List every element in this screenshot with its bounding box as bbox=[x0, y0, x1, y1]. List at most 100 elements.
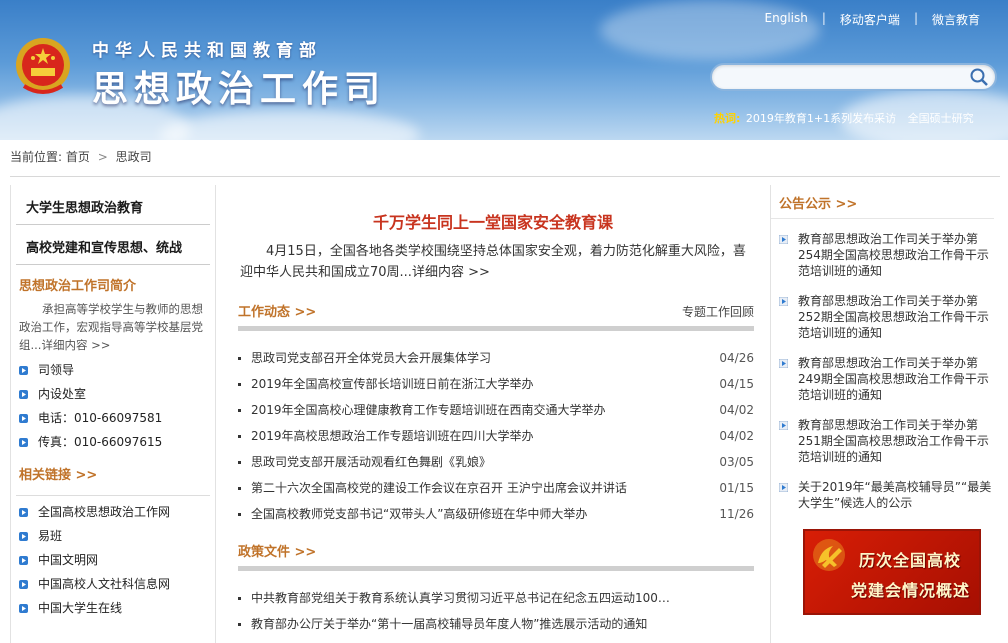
related-link[interactable]: 中国大学生在线 bbox=[38, 596, 122, 620]
news-title[interactable]: 全国高校教师党支部书记“双带头人”高级研修班在华中师大举办 bbox=[251, 501, 716, 527]
left-sidebar: 大学生思想政治教育 高校党建和宣传思想、统战 思想政治工作司简介 承担高等学校学… bbox=[10, 185, 216, 643]
news-item[interactable]: 2019年高校思想政治工作专题培训班在四川大学举办 04/02 bbox=[238, 423, 754, 449]
topic-review-link[interactable]: 专题工作回顾 bbox=[682, 303, 754, 320]
bullet-icon bbox=[238, 486, 241, 490]
news-title[interactable]: 2019年高校思想政治工作专题培训班在四川大学举办 bbox=[251, 423, 716, 449]
cloud-decoration bbox=[600, 0, 820, 60]
list-item: 传真：010-66097615 bbox=[19, 430, 215, 454]
main-content: 大学生思想政治教育 高校党建和宣传思想、统战 思想政治工作司简介 承担高等学校学… bbox=[10, 176, 1000, 643]
breadcrumb-current-link[interactable]: 思政司 bbox=[116, 150, 152, 164]
divider: | bbox=[821, 11, 826, 25]
news-date: 04/26 bbox=[719, 351, 754, 365]
sidebar-item-party-building[interactable]: 高校党建和宣传思想、统战 bbox=[16, 225, 210, 265]
weiyan-link[interactable]: 微言教育 bbox=[932, 11, 980, 28]
list-item[interactable]: 关于2019年“最美高校辅导员”“最美大学生”候选人的公示 bbox=[779, 479, 992, 511]
top-links: English | 移动客户端 | 微言教育 bbox=[765, 11, 980, 28]
national-emblem-icon bbox=[16, 38, 70, 94]
party-building-banner[interactable]: 历次全国高校 党建会情况概述 bbox=[803, 529, 981, 615]
notice-link[interactable]: 教育部思想政治工作司关于举办第254期全国高校思想政治工作骨干示范培训班的通知 bbox=[798, 231, 992, 279]
phone-text: 电话：010-66097581 bbox=[38, 411, 163, 425]
bullet-icon bbox=[19, 413, 28, 423]
notice-link[interactable]: 教育部思想政治工作司关于举办第249期全国高校思想政治工作骨干示范培训班的通知 bbox=[798, 355, 992, 403]
work-news-title[interactable]: 工作动态 >> bbox=[238, 301, 316, 320]
news-item[interactable]: 中共教育部党组关于教育系统认真学习贯彻习近平总书记在纪念五四运动100… bbox=[238, 585, 754, 611]
breadcrumb-home-link[interactable]: 首页 bbox=[66, 150, 90, 164]
list-item[interactable]: 内设处室 bbox=[19, 382, 215, 406]
party-flag-icon bbox=[813, 539, 845, 571]
arrow-bullet-icon bbox=[779, 359, 788, 368]
list-item[interactable]: 教育部思想政治工作司关于举办第254期全国高校思想政治工作骨干示范培训班的通知 bbox=[779, 231, 992, 279]
notice-link[interactable]: 教育部思想政治工作司关于举办第252期全国高校思想政治工作骨干示范培训班的通知 bbox=[798, 293, 992, 341]
search-box bbox=[710, 63, 997, 91]
english-link[interactable]: English bbox=[765, 11, 808, 28]
mobile-client-link[interactable]: 移动客户端 bbox=[840, 11, 900, 28]
list-item[interactable]: 司领导 bbox=[19, 358, 215, 382]
arrow-bullet-icon bbox=[779, 235, 788, 244]
work-news-header: 工作动态 >> 专题工作回顾 bbox=[228, 301, 758, 320]
arrow-bullet-icon bbox=[779, 483, 788, 492]
related-link[interactable]: 中国文明网 bbox=[38, 548, 98, 572]
news-title[interactable]: 思政司党支部开展活动观看红色舞剧《乳娘》 bbox=[251, 449, 716, 475]
list-item[interactable]: 中国大学生在线 bbox=[19, 596, 215, 620]
search-icon[interactable] bbox=[969, 67, 989, 87]
policy-header: 政策文件 >> bbox=[228, 541, 758, 560]
site-subtitle: 中华人民共和国教育部 bbox=[92, 41, 322, 61]
list-item[interactable]: 易班 bbox=[19, 524, 215, 548]
news-item[interactable]: 2019年全国高校宣传部长培训班日前在浙江大学举办 04/15 bbox=[238, 371, 754, 397]
news-title[interactable]: 思政司党支部召开全体党员大会开展集体学习 bbox=[251, 345, 716, 371]
intro-text[interactable]: 承担高等学校学生与教师的思想政治工作，宏观指导高等学校基层党组...详细内容 >… bbox=[11, 300, 215, 354]
news-date: 11/26 bbox=[719, 507, 754, 521]
search-input[interactable] bbox=[724, 68, 964, 86]
news-title[interactable]: 第二十六次全国高校党的建设工作会议在京召开 王沪宁出席会议并讲话 bbox=[251, 475, 716, 501]
notices-title[interactable]: 公告公示 >> bbox=[771, 185, 994, 219]
news-title[interactable]: 2019年全国高校宣传部长培训班日前在浙江大学举办 bbox=[251, 371, 716, 397]
news-item[interactable]: 第二十六次全国高校党的建设工作会议在京召开 王沪宁出席会议并讲话 01/15 bbox=[238, 475, 754, 501]
news-item[interactable]: 教育部办公厅关于举办“第十一届高校辅导员年度人物”推选展示活动的通知 bbox=[238, 611, 754, 637]
list-item[interactable]: 全国高校思想政治工作网 bbox=[19, 500, 215, 524]
hot-word-link[interactable]: 2019年教育1+1系列发布采访 bbox=[746, 112, 896, 125]
list-item[interactable]: 中国文明网 bbox=[19, 548, 215, 572]
sidebar-item-student-education[interactable]: 大学生思想政治教育 bbox=[16, 185, 210, 225]
list-item[interactable]: 教育部思想政治工作司关于举办第251期全国高校思想政治工作骨干示范培训班的通知 bbox=[779, 417, 992, 465]
hot-word-link[interactable]: 全国硕士研究 bbox=[908, 112, 974, 125]
leaders-link[interactable]: 司领导 bbox=[38, 358, 74, 382]
news-date: 04/02 bbox=[719, 429, 754, 443]
cloud-decoration bbox=[160, 110, 420, 140]
headline-summary[interactable]: 4月15日，全国各地各类学校围绕坚持总体国家安全观，着力防范化解重大风险，喜迎中… bbox=[228, 233, 758, 283]
blue-arrow-bullet-icon bbox=[19, 579, 28, 589]
bullet-icon bbox=[238, 460, 241, 464]
policy-list: 中共教育部党组关于教育系统认真学习贯彻习近平总书记在纪念五四运动100… 教育部… bbox=[228, 571, 758, 637]
list-item[interactable]: 教育部思想政治工作司关于举办第252期全国高校思想政治工作骨干示范培训班的通知 bbox=[779, 293, 992, 341]
news-title[interactable]: 教育部办公厅关于举办“第十一届高校辅导员年度人物”推选展示活动的通知 bbox=[251, 611, 754, 637]
news-date: 04/15 bbox=[719, 377, 754, 391]
notice-link[interactable]: 关于2019年“最美高校辅导员”“最美大学生”候选人的公示 bbox=[798, 479, 992, 511]
notice-link[interactable]: 教育部思想政治工作司关于举办第251期全国高校思想政治工作骨干示范培训班的通知 bbox=[798, 417, 992, 465]
news-item[interactable]: 2019年全国高校心理健康教育工作专题培训班在西南交通大学举办 04/02 bbox=[238, 397, 754, 423]
fax-text: 传真：010-66097615 bbox=[38, 435, 163, 449]
hot-words-label: 热词: bbox=[714, 112, 741, 125]
news-item[interactable]: 思政司党支部开展活动观看红色舞剧《乳娘》 03/05 bbox=[238, 449, 754, 475]
chevron-right-icon: > bbox=[97, 150, 108, 164]
list-item[interactable]: 中国高校人文社科信息网 bbox=[19, 572, 215, 596]
related-links-title[interactable]: 相关链接 >> bbox=[11, 454, 215, 489]
headline-link[interactable]: 千万学生同上一堂国家安全教育课 bbox=[228, 209, 758, 233]
related-link[interactable]: 易班 bbox=[38, 524, 62, 548]
blue-arrow-bullet-icon bbox=[19, 365, 28, 375]
departments-link[interactable]: 内设处室 bbox=[38, 382, 86, 406]
related-link[interactable]: 全国高校思想政治工作网 bbox=[38, 500, 170, 524]
list-item[interactable]: 教育部思想政治工作司关于举办第249期全国高校思想政治工作骨干示范培训班的通知 bbox=[779, 355, 992, 403]
news-date: 01/15 bbox=[719, 481, 754, 495]
policy-title[interactable]: 政策文件 >> bbox=[238, 541, 316, 560]
bullet-icon bbox=[238, 356, 241, 360]
breadcrumb: 当前位置: 首页 > 思政司 bbox=[10, 148, 152, 165]
related-link[interactable]: 中国高校人文社科信息网 bbox=[38, 572, 170, 596]
news-title[interactable]: 2019年全国高校心理健康教育工作专题培训班在西南交通大学举办 bbox=[251, 397, 716, 423]
news-title[interactable]: 中共教育部党组关于教育系统认真学习贯彻习近平总书记在纪念五四运动100… bbox=[251, 585, 754, 611]
breadcrumb-label: 当前位置: bbox=[10, 150, 63, 164]
hot-words: 热词: 2019年教育1+1系列发布采访 全国硕士研究 bbox=[714, 110, 1008, 126]
site-header: 中华人民共和国教育部 思想政治工作司 English | 移动客户端 | 微言教… bbox=[0, 0, 1008, 140]
bullet-icon bbox=[238, 408, 241, 412]
news-item[interactable]: 思政司党支部召开全体党员大会开展集体学习 04/26 bbox=[238, 345, 754, 371]
news-item[interactable]: 全国高校教师党支部书记“双带头人”高级研修班在华中师大举办 11/26 bbox=[238, 501, 754, 527]
blue-arrow-bullet-icon bbox=[19, 389, 28, 399]
